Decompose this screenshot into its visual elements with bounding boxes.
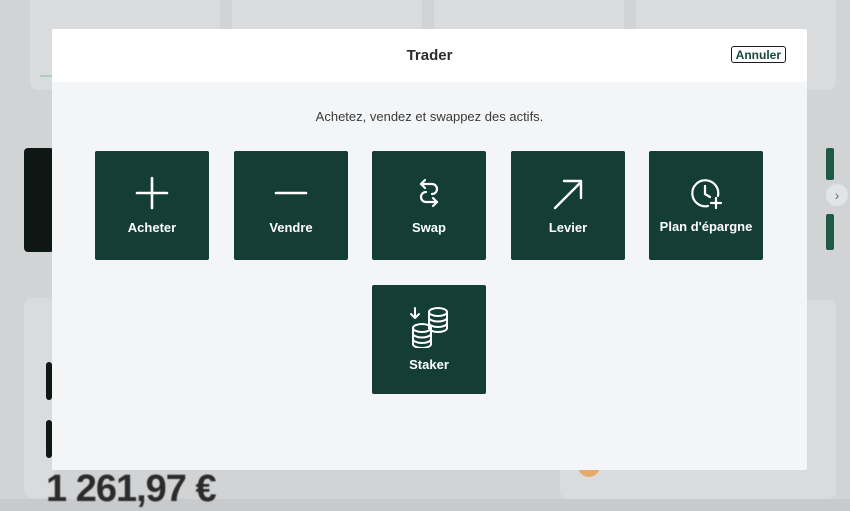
bg-bar (826, 148, 834, 180)
sell-label: Vendre (269, 220, 313, 235)
coin-stack-icon (409, 306, 449, 348)
bg-banner (24, 148, 54, 252)
trade-modal: Trader Annuler Achetez, vendez et swappe… (52, 29, 807, 470)
leverage-label: Levier (548, 220, 588, 235)
savings-plan-text: Plan d'épargne (659, 219, 753, 234)
plus-icon (134, 175, 170, 211)
sell-button[interactable]: Vendre (234, 151, 348, 260)
modal-title: Trader (406, 47, 453, 64)
savings-plan-label: Plan d'épargne (658, 218, 754, 235)
clock-plus-icon (688, 176, 724, 212)
swap-label: Swap (412, 220, 446, 235)
modal-subtitle: Achetez, vendez et swappez des actifs. (315, 109, 544, 124)
modal-header: Trader Annuler (52, 29, 807, 82)
bg-balance: 1 261,97 € (46, 468, 217, 510)
arrow-up-right-icon (550, 175, 586, 211)
swap-button[interactable]: Swap (372, 151, 486, 260)
swap-arrows-icon (411, 175, 447, 211)
cancel-button[interactable]: Annuler (730, 46, 786, 63)
leverage-button[interactable]: Levier (511, 151, 625, 260)
minus-icon (273, 175, 309, 211)
stake-label: Staker (409, 357, 449, 372)
bg-sparkline (40, 75, 52, 77)
bg-bar (826, 214, 834, 250)
buy-button[interactable]: Acheter (95, 151, 209, 260)
chevron-right-icon[interactable]: › (826, 184, 848, 206)
savings-plan-button[interactable]: Plan d'épargne (649, 151, 763, 260)
stake-button[interactable]: Staker (372, 285, 486, 394)
buy-label: Acheter (127, 220, 177, 235)
